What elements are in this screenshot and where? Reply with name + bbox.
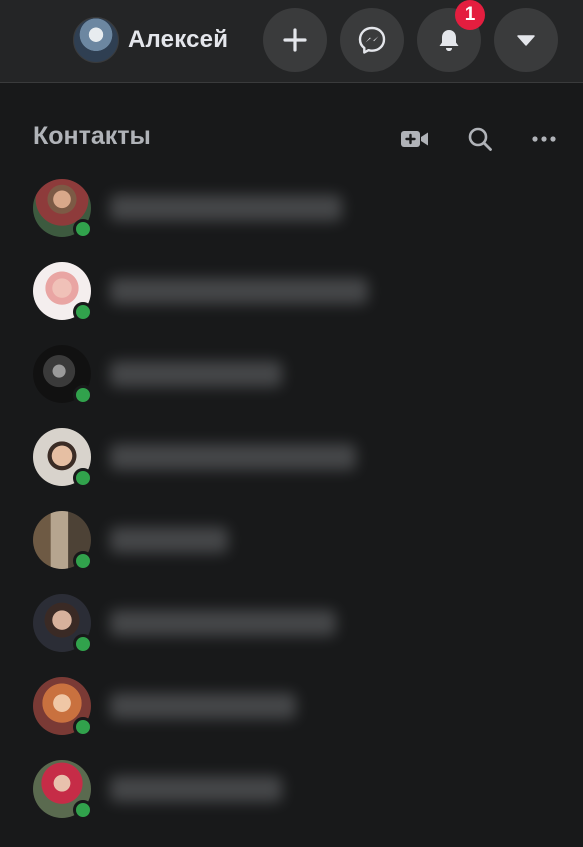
user-name: Алексей (128, 26, 229, 53)
online-status-dot (73, 717, 93, 737)
contact-name-blurred (110, 776, 282, 802)
top-bar: Алексей 1 (0, 0, 583, 83)
contact-name-blurred (110, 278, 368, 304)
contact-name-blurred (110, 610, 336, 636)
online-status-dot (73, 634, 93, 654)
contact-name-blurred (110, 195, 342, 221)
video-plus-icon (401, 131, 428, 147)
online-status-dot (73, 219, 93, 239)
online-status-dot (73, 385, 93, 405)
contacts-title: Контакты (33, 122, 151, 150)
contact-item[interactable] (0, 175, 583, 258)
more-options-button[interactable] (529, 124, 559, 154)
online-status-dot (73, 551, 93, 571)
online-status-dot (73, 468, 93, 488)
contact-item[interactable] (0, 756, 583, 839)
notifications-button[interactable]: 1 (417, 0, 485, 72)
new-room-button[interactable] (400, 124, 430, 154)
profile-link[interactable]: Алексей (73, 17, 228, 63)
bell-icon (439, 30, 459, 51)
search-contacts-button[interactable] (465, 124, 495, 154)
contacts-header: Контакты (33, 118, 558, 158)
contact-name-blurred (110, 444, 356, 470)
user-avatar (73, 17, 119, 63)
more-icon (532, 136, 556, 142)
caret-down-icon (517, 35, 535, 46)
online-status-dot (73, 302, 93, 322)
contact-item[interactable] (0, 507, 583, 590)
messenger-icon (358, 26, 386, 54)
online-status-dot (73, 800, 93, 820)
contact-item[interactable] (0, 590, 583, 673)
contact-list (0, 175, 583, 839)
search-icon (468, 127, 492, 151)
account-menu-button[interactable] (494, 8, 558, 72)
contact-name-blurred (110, 527, 228, 553)
contact-item[interactable] (0, 341, 583, 424)
plus-icon (283, 28, 307, 52)
notifications-badge: 1 (455, 0, 485, 30)
messenger-button[interactable] (340, 8, 404, 72)
contact-item[interactable] (0, 673, 583, 756)
create-button[interactable] (263, 8, 327, 72)
contact-item[interactable] (0, 258, 583, 341)
contact-item[interactable] (0, 424, 583, 507)
contact-name-blurred (110, 693, 296, 719)
contact-name-blurred (110, 361, 282, 387)
